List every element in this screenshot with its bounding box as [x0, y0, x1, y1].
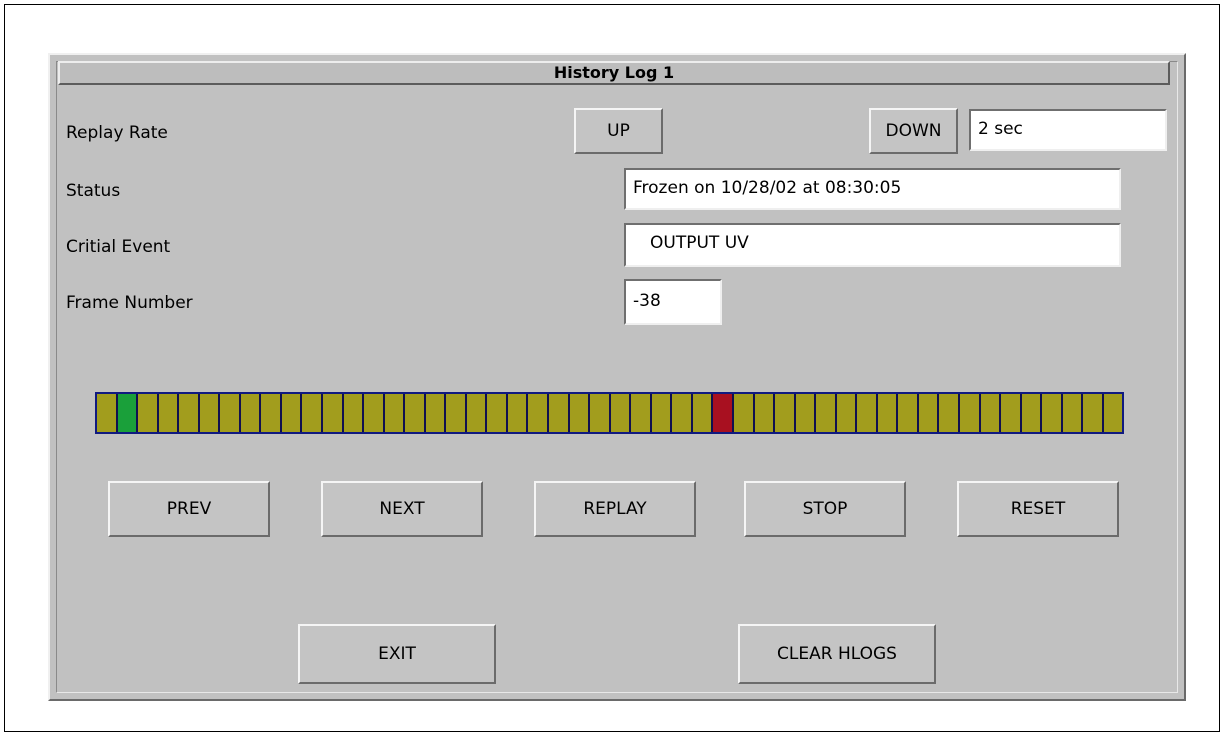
- next-button[interactable]: NEXT: [321, 481, 483, 537]
- history-log-window: History Log 1 Replay Rate UP DOWN 2 sec …: [48, 53, 1186, 701]
- critical-event-field: OUTPUT UV: [624, 223, 1121, 267]
- exit-button[interactable]: EXIT: [298, 624, 496, 684]
- frame-progress-track[interactable]: [95, 392, 1124, 434]
- frame-cell[interactable]: [220, 394, 241, 432]
- frame-number-field[interactable]: -38: [624, 279, 722, 325]
- frame-cell[interactable]: [754, 394, 776, 432]
- frame-cell[interactable]: [939, 394, 960, 432]
- frame-cell[interactable]: [775, 394, 796, 432]
- frame-cell[interactable]: [549, 394, 570, 432]
- frame-cell[interactable]: [1103, 394, 1123, 432]
- frame-cell[interactable]: [651, 394, 673, 432]
- replay-rate-down-button[interactable]: DOWN: [869, 108, 958, 154]
- frame-cell[interactable]: [733, 394, 755, 432]
- frame-cell[interactable]: [795, 394, 817, 432]
- frame-cell[interactable]: [959, 394, 981, 432]
- frame-cell[interactable]: [1062, 394, 1084, 432]
- frame-cell[interactable]: [610, 394, 632, 432]
- frame-cell[interactable]: [323, 394, 344, 432]
- frame-number-label: Frame Number: [66, 293, 193, 313]
- frame-cell[interactable]: [343, 394, 365, 432]
- frame-cell[interactable]: [364, 394, 385, 432]
- frame-cell[interactable]: [857, 394, 878, 432]
- critical-event-label: Critial Event: [66, 237, 171, 257]
- frame-cell[interactable]: [1021, 394, 1043, 432]
- frame-cell[interactable]: [1083, 394, 1104, 432]
- frame-cell[interactable]: [138, 394, 159, 432]
- frame-cell[interactable]: [898, 394, 919, 432]
- frame-cell[interactable]: [672, 394, 693, 432]
- frame-cell[interactable]: [816, 394, 837, 432]
- frame-cell-critical-marker[interactable]: [713, 394, 734, 432]
- stop-button[interactable]: STOP: [744, 481, 906, 537]
- frame-cell[interactable]: [1001, 394, 1022, 432]
- frame-cell[interactable]: [261, 394, 282, 432]
- frame-cell[interactable]: [425, 394, 447, 432]
- frame-cell[interactable]: [980, 394, 1002, 432]
- frame-cell[interactable]: [158, 394, 180, 432]
- frame-cell[interactable]: [569, 394, 591, 432]
- frame-cell[interactable]: [692, 394, 714, 432]
- frame-cell[interactable]: [179, 394, 200, 432]
- frame-cell[interactable]: [487, 394, 508, 432]
- prev-button[interactable]: PREV: [108, 481, 270, 537]
- frame-cell[interactable]: [1042, 394, 1063, 432]
- frame-cell[interactable]: [446, 394, 467, 432]
- frame-cell[interactable]: [877, 394, 899, 432]
- replay-rate-up-button[interactable]: UP: [574, 108, 663, 154]
- reset-button[interactable]: RESET: [957, 481, 1119, 537]
- window-inner-bevel: [56, 61, 1178, 693]
- replay-button[interactable]: REPLAY: [534, 481, 696, 537]
- frame-cell[interactable]: [97, 394, 118, 432]
- status-label: Status: [66, 181, 121, 201]
- frame-cell[interactable]: [631, 394, 652, 432]
- frame-cell[interactable]: [528, 394, 550, 432]
- status-field: Frozen on 10/28/02 at 08:30:05: [624, 168, 1121, 210]
- frame-cell[interactable]: [466, 394, 488, 432]
- replay-rate-label: Replay Rate: [66, 123, 168, 143]
- frame-cell[interactable]: [918, 394, 940, 432]
- frame-cell[interactable]: [384, 394, 406, 432]
- frame-cell[interactable]: [590, 394, 611, 432]
- clear-hlogs-button[interactable]: CLEAR HLOGS: [738, 624, 936, 684]
- frame-cell[interactable]: [240, 394, 262, 432]
- frame-cell[interactable]: [281, 394, 303, 432]
- frame-cell[interactable]: [199, 394, 221, 432]
- replay-rate-value-field[interactable]: 2 sec: [969, 109, 1167, 151]
- window-title[interactable]: History Log 1: [58, 61, 1170, 85]
- frame-cell-current[interactable]: [117, 394, 139, 432]
- frame-cell[interactable]: [507, 394, 529, 432]
- frame-cell[interactable]: [836, 394, 858, 432]
- frame-cell[interactable]: [302, 394, 324, 432]
- frame-cell[interactable]: [405, 394, 426, 432]
